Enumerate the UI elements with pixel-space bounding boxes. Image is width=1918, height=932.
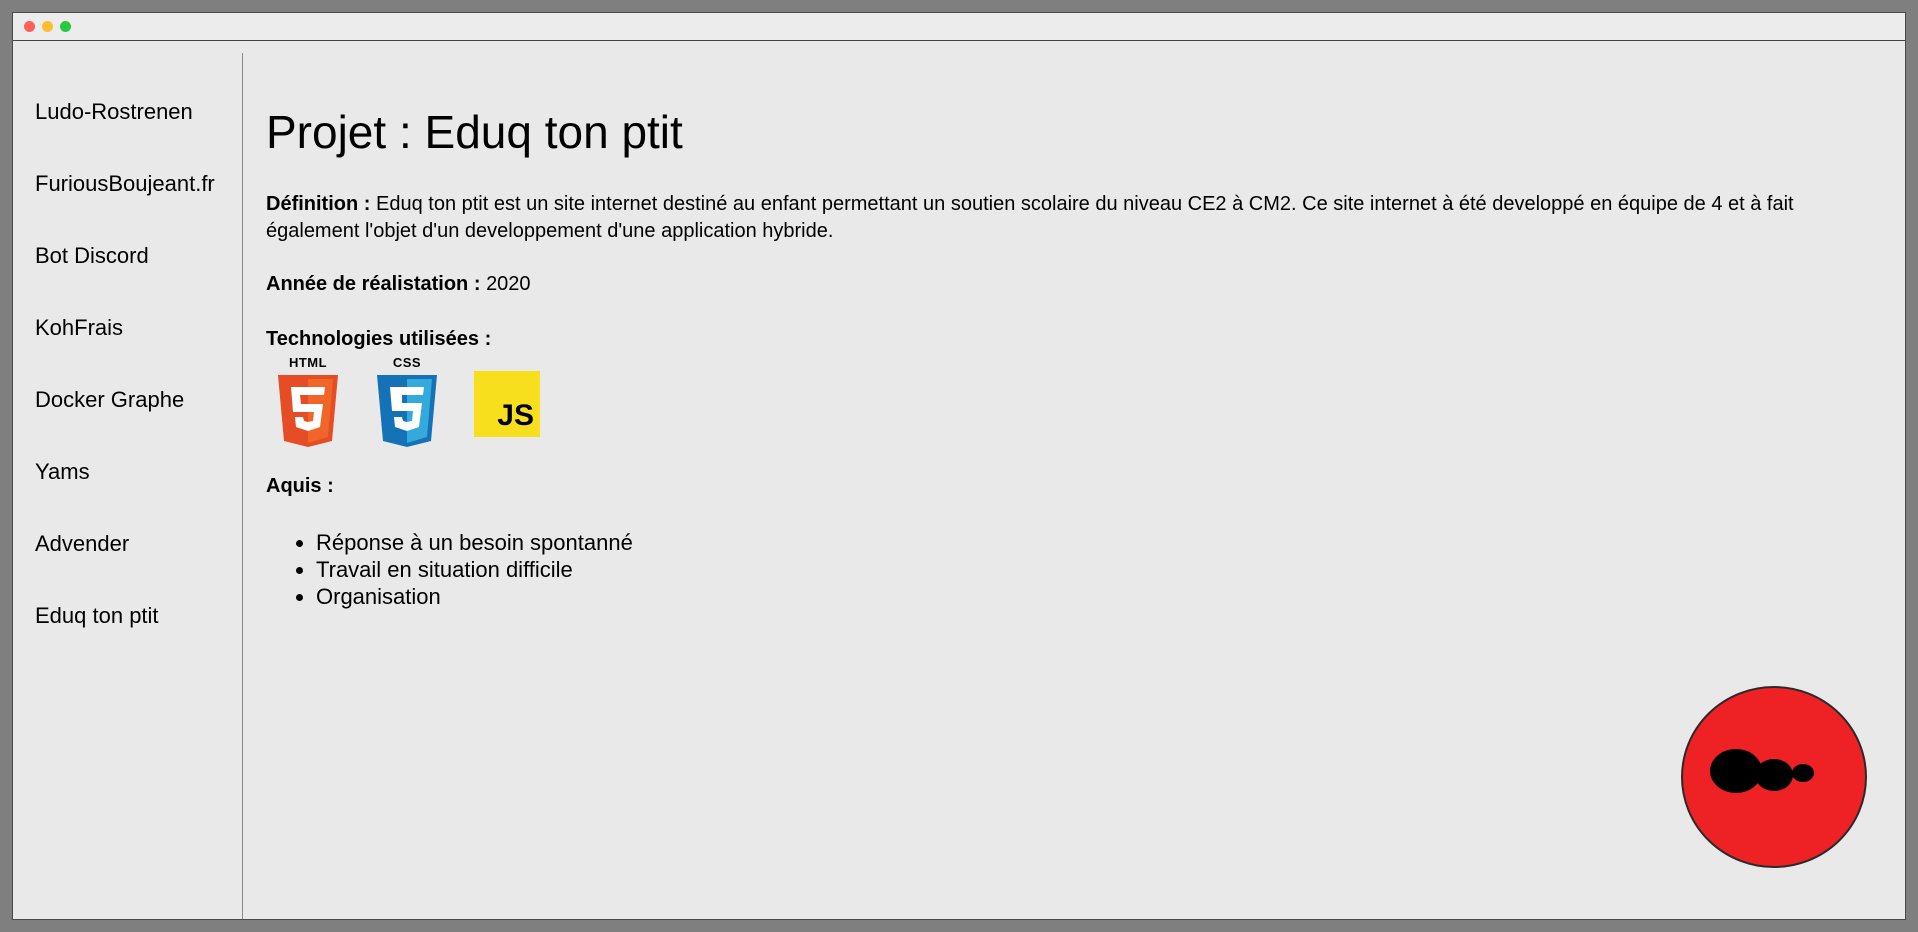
project-year: Année de réalistation : 2020 (266, 271, 531, 298)
project-definition: Définition : Eduq ton ptit est un site i… (266, 191, 1891, 245)
red-circle-logo-icon[interactable] (1680, 685, 1868, 869)
sidebar-item-bot-discord[interactable]: Bot Discord (35, 243, 149, 269)
javascript-icon: JS (474, 371, 540, 437)
sidebar-item-yams[interactable]: Yams (35, 459, 90, 485)
technologies-label: Technologies utilisées : (266, 328, 492, 350)
acquis-heading: Aquis : (266, 473, 334, 500)
page-title: Projet : Eduq ton ptit (266, 106, 683, 158)
year-label: Année de réalistation : (266, 273, 481, 295)
list-item: Réponse à un besoin spontanné (316, 529, 633, 556)
technology-logos: HTML CSS JS (266, 355, 566, 465)
browser-window: Ludo-Rostrenen FuriousBoujeant.fr Bot Di… (12, 12, 1906, 920)
close-window-button[interactable] (24, 21, 35, 32)
definition-text: Eduq ton ptit est un site internet desti… (266, 193, 1794, 242)
acquis-list: Réponse à un besoin spontanné Travail en… (266, 529, 633, 610)
js-logo-label: JS (497, 399, 534, 432)
sidebar-item-furiousboujeant[interactable]: FuriousBoujeant.fr (35, 171, 215, 197)
year-value: 2020 (486, 273, 531, 295)
sidebar-item-ludo-rostrenen[interactable]: Ludo-Rostrenen (35, 99, 193, 125)
css-logo-label: CSS (392, 355, 422, 370)
sidebar-item-advender[interactable]: Advender (35, 531, 129, 557)
sidebar-item-docker-graphe[interactable]: Docker Graphe (35, 387, 184, 413)
css3-icon: CSS (375, 355, 439, 447)
minimize-window-button[interactable] (42, 21, 53, 32)
acquis-label: Aquis : (266, 475, 334, 497)
sidebar-item-eduq-ton-ptit[interactable]: Eduq ton ptit (35, 603, 159, 629)
list-item: Travail en situation difficile (316, 556, 633, 583)
html5-icon: HTML (276, 355, 340, 447)
maximize-window-button[interactable] (60, 21, 71, 32)
sidebar-item-kohfrais[interactable]: KohFrais (35, 315, 123, 341)
sidebar-nav: Ludo-Rostrenen FuriousBoujeant.fr Bot Di… (13, 53, 243, 919)
technologies-heading: Technologies utilisées : (266, 326, 491, 353)
html-logo-label: HTML (288, 355, 328, 370)
definition-label: Définition : (266, 193, 371, 215)
list-item: Organisation (316, 583, 633, 610)
window-titlebar (13, 13, 1905, 41)
